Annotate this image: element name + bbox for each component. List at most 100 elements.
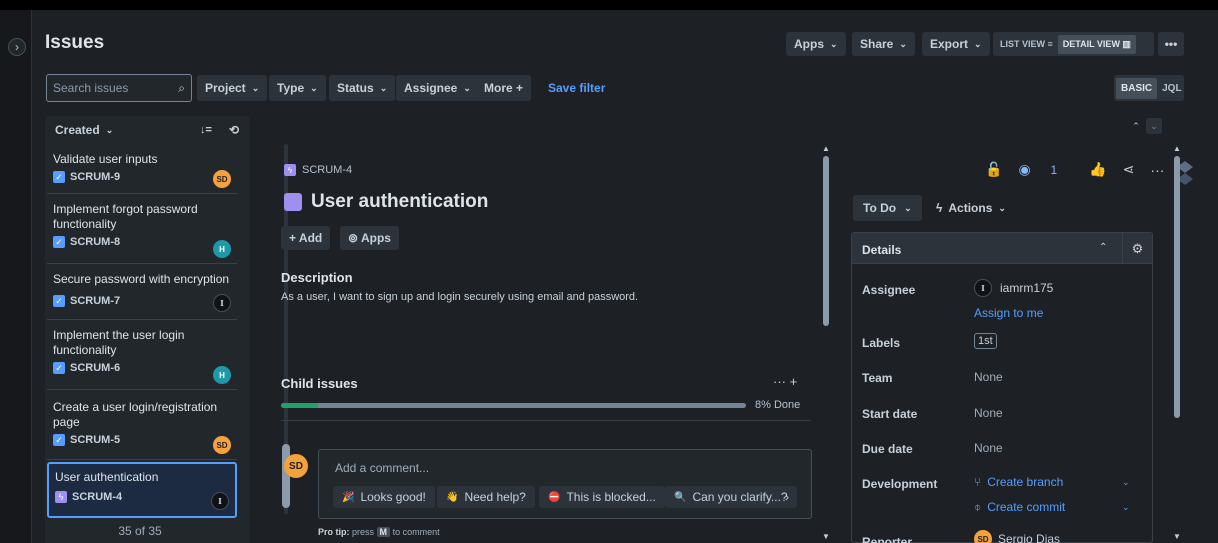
- avatar: H: [213, 240, 231, 258]
- due-date-value[interactable]: None: [974, 441, 1003, 455]
- label-chip[interactable]: 1st: [974, 333, 997, 349]
- sort-dropdown[interactable]: Created: [55, 123, 100, 137]
- blocked-icon: ⛔: [548, 491, 561, 503]
- like-icon[interactable]: 👍: [1089, 161, 1106, 178]
- chevron-down-icon: ⌄: [974, 38, 982, 49]
- scroll-down-icon[interactable]: ▼: [822, 532, 830, 541]
- assignee-value[interactable]: I iamrm175: [974, 279, 1053, 297]
- list-item-selected[interactable]: User authentication ϟ SCRUM-4 I: [47, 462, 237, 518]
- status-filter[interactable]: Status ⌄: [329, 75, 396, 101]
- refresh-icon[interactable]: ⟲: [229, 123, 239, 137]
- chevron-up-icon[interactable]: ⌃: [1099, 242, 1107, 253]
- save-filter-link[interactable]: Save filter: [548, 81, 605, 95]
- child-issues-heading: Child issues: [281, 376, 358, 391]
- status-dropdown[interactable]: To Do ⌄: [853, 195, 922, 221]
- team-value[interactable]: None: [974, 370, 1003, 384]
- scroll-up-icon[interactable]: ▲: [1173, 144, 1181, 153]
- lock-icon[interactable]: 🔓: [985, 161, 1002, 178]
- expand-sidebar-button[interactable]: ›: [8, 38, 26, 56]
- type-filter[interactable]: Type ⌄: [269, 75, 326, 101]
- pro-tip: Pro tip: press M to comment: [318, 527, 440, 537]
- details-scrollbar[interactable]: ▲ ▼: [1172, 142, 1182, 543]
- avatar: SD: [974, 530, 992, 543]
- labels-value[interactable]: 1st: [974, 333, 997, 349]
- chevron-down-icon[interactable]: ⌄: [1146, 118, 1162, 134]
- comment-placeholder[interactable]: Add a comment...: [335, 461, 429, 475]
- quick-reply-chip[interactable]: 🎉 Looks good!: [333, 486, 435, 508]
- child-progress-bar: [281, 403, 746, 408]
- share-button[interactable]: Share ⌄: [852, 32, 915, 56]
- list-item[interactable]: Implement forgot password functionality …: [47, 196, 237, 264]
- create-branch-link[interactable]: ⑂ Create branch: [974, 475, 1063, 489]
- avatar: I: [213, 294, 231, 312]
- apps-add-button[interactable]: ⊚ Apps: [340, 226, 399, 250]
- chevron-up-icon[interactable]: ⌃: [1128, 118, 1144, 134]
- quick-reply-chip[interactable]: 🔍 Can you clarify...?: [665, 486, 797, 508]
- watch-button[interactable]: ◉ 1: [1018, 161, 1073, 178]
- description-text[interactable]: As a user, I want to sign up and login s…: [281, 291, 638, 303]
- more-filters-button[interactable]: More +: [476, 75, 532, 101]
- share-icon[interactable]: ⋖: [1123, 161, 1135, 178]
- avatar: SD: [213, 436, 231, 454]
- scroll-up-icon[interactable]: ▲: [822, 144, 830, 153]
- list-item[interactable]: Secure password with encryption ✓ SCRUM-7…: [47, 266, 237, 320]
- create-commit-link[interactable]: ⌽ Create commit: [974, 500, 1065, 515]
- list-view-option[interactable]: LIST VIEW ≡: [995, 35, 1058, 53]
- chevron-down-icon[interactable]: ⌄: [1122, 502, 1130, 513]
- scroll-down-icon[interactable]: ▼: [1173, 532, 1181, 541]
- assignee-filter[interactable]: Assignee ⌄: [396, 75, 479, 101]
- more-actions-button[interactable]: •••: [1158, 32, 1184, 56]
- list-item[interactable]: Create a user login/registration page ✓ S…: [47, 394, 237, 460]
- export-button[interactable]: Export ⌄: [922, 32, 990, 56]
- chevron-right-icon: ›: [15, 40, 19, 54]
- start-date-label: Start date: [862, 407, 918, 421]
- search-input[interactable]: [53, 81, 163, 95]
- quick-reply-chip[interactable]: ⛔ This is blocked...: [539, 486, 665, 508]
- child-issues-actions[interactable]: ··· +: [773, 374, 797, 389]
- epic-icon: ϟ: [55, 491, 67, 503]
- apps-button[interactable]: Apps ⌄: [786, 32, 846, 56]
- start-date-value[interactable]: None: [974, 406, 1003, 420]
- issue-title[interactable]: User authentication: [284, 191, 488, 213]
- comment-box[interactable]: Add a comment... 🎉 Looks good! 👋 Need help…: [318, 449, 812, 519]
- scrollbar-thumb[interactable]: [823, 156, 829, 326]
- avatar: SD: [213, 170, 231, 188]
- list-item[interactable]: Validate user inputs ✓ SCRUM-9 SD: [47, 146, 237, 194]
- task-icon: ✓: [53, 171, 65, 183]
- assign-to-me-link[interactable]: Assign to me: [974, 306, 1043, 320]
- list-item[interactable]: Implement the user login functionality ✓…: [47, 322, 237, 390]
- scrollbar-thumb[interactable]: [1174, 156, 1180, 418]
- breadcrumb[interactable]: ϟ SCRUM-4: [284, 164, 352, 176]
- avatar: H: [213, 366, 231, 384]
- magnifier-icon: 🔍: [674, 491, 687, 503]
- sort-order-icon[interactable]: ↓=: [200, 124, 212, 136]
- search-box[interactable]: ⌕: [46, 74, 192, 102]
- assignee-label: Assignee: [862, 283, 916, 297]
- chevron-down-icon: ⌄: [463, 82, 471, 93]
- search-icon: ⌕: [178, 80, 185, 95]
- chevron-down-icon[interactable]: ⌄: [106, 125, 114, 136]
- jql-mode-option[interactable]: JQL: [1157, 78, 1186, 99]
- add-button[interactable]: + Add: [281, 226, 331, 250]
- project-filter[interactable]: Project ⌄: [197, 75, 268, 101]
- detail-view-option[interactable]: DETAIL VIEW ▥: [1057, 34, 1136, 54]
- lightning-icon: ϟ: [936, 201, 943, 215]
- chevron-down-icon: ⌄: [310, 82, 318, 93]
- actions-dropdown[interactable]: ϟ Actions ⌄: [928, 195, 1014, 221]
- view-toggle[interactable]: LIST VIEW ≡ DETAIL VIEW ▥: [993, 32, 1154, 56]
- basic-mode-option[interactable]: BASIC: [1116, 77, 1158, 99]
- search-mode-toggle[interactable]: BASIC JQL: [1114, 75, 1184, 101]
- quick-reply-chip[interactable]: 👋 Need help?: [437, 486, 535, 508]
- gear-icon[interactable]: ⚙: [1122, 233, 1152, 264]
- main-scrollbar[interactable]: ▲ ▼: [822, 142, 830, 543]
- chevron-right-icon[interactable]: ›: [785, 490, 789, 504]
- chevron-down-icon[interactable]: ⌄: [1122, 477, 1130, 488]
- chevron-down-icon: ⌄: [830, 38, 838, 49]
- chevron-down-icon: ⌄: [899, 38, 907, 49]
- child-issues-table: [281, 420, 811, 438]
- details-header[interactable]: Details ⌃ ⚙: [852, 233, 1152, 264]
- page-title: Issues: [45, 32, 105, 53]
- more-icon[interactable]: ···: [1150, 162, 1164, 178]
- reporter-label: Reporter: [862, 535, 913, 543]
- reporter-value[interactable]: SD Sergio Dias: [974, 530, 1060, 543]
